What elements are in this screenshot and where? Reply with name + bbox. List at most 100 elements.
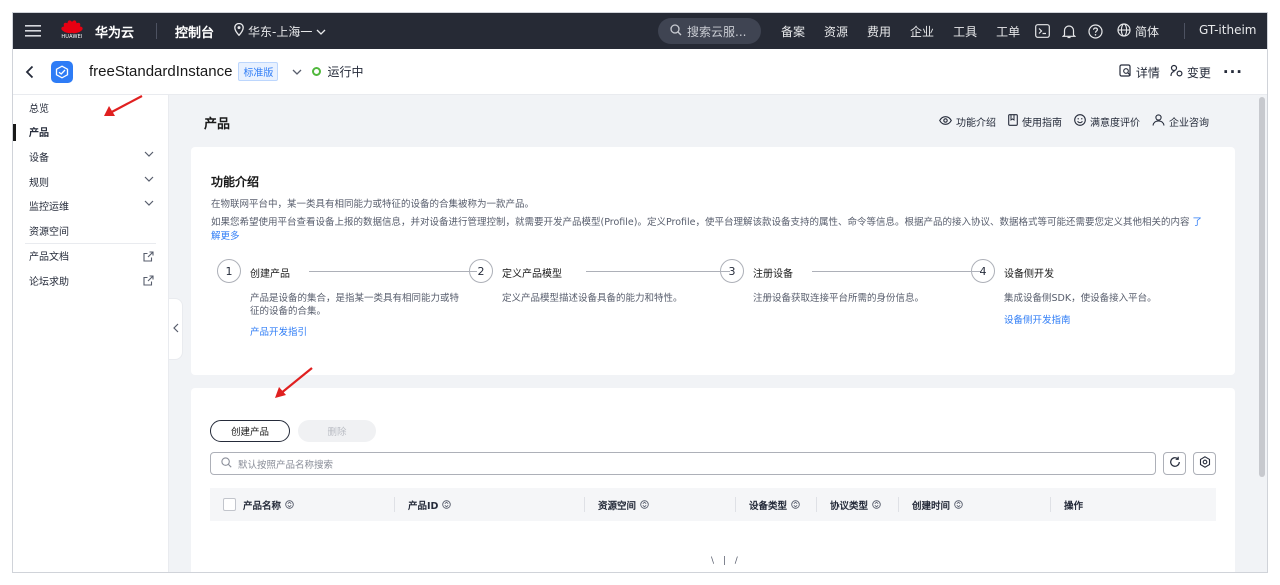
scrollbar-thumb[interactable]	[1259, 97, 1265, 477]
top-nav-links: 备案 资源 费用 企业 工具 工单	[781, 13, 1039, 49]
details-button[interactable]: 详情	[1119, 64, 1160, 81]
product-search-input[interactable]: 默认按照产品名称搜索	[210, 452, 1156, 475]
chevron-down-icon	[144, 200, 154, 207]
annotation-arrow-icon	[104, 95, 143, 116]
page-scrollbar[interactable]	[1258, 95, 1266, 477]
settings-icon	[1199, 456, 1211, 471]
column-header-device-type[interactable]: 设备类型	[749, 488, 800, 521]
link-label: 使用指南	[1022, 118, 1062, 129]
sidebar-item-products[interactable]: 产品	[13, 120, 168, 145]
nav-billing[interactable]: 费用	[867, 23, 891, 40]
nav-tickets[interactable]: 工单	[996, 23, 1020, 40]
user-guide-link[interactable]: 使用指南	[1008, 114, 1062, 129]
column-header-product-name[interactable]: 产品名称	[243, 488, 294, 521]
product-dev-guide-link[interactable]: 产品开发指引	[250, 324, 307, 338]
header-actions: 详情 变更 ···	[1109, 63, 1243, 81]
annotation-arrow-icon	[275, 367, 313, 398]
edition-badge: 标准版	[238, 62, 279, 81]
feature-intro-link[interactable]: 功能介绍	[939, 114, 996, 129]
huawei-wordmark: HUAWEI	[61, 34, 83, 40]
more-options-icon[interactable]: ···	[1223, 63, 1243, 81]
status-dot-icon	[312, 67, 322, 76]
link-label: 满意度评价	[1090, 118, 1140, 129]
region-selector[interactable]: 华东-上海一	[234, 22, 326, 40]
change-button[interactable]: 变更	[1170, 64, 1211, 81]
nav-resources[interactable]: 资源	[824, 23, 848, 40]
eye-icon	[939, 115, 952, 128]
sidebar-item-label: 监控运维	[29, 202, 69, 214]
region-label: 华东-上海一	[248, 24, 313, 39]
console-link[interactable]: 控制台	[175, 22, 214, 41]
global-search-input[interactable]: 搜索云服...	[658, 18, 761, 44]
top-navigation-bar: HUAWEI 华为云 控制台 华东-上海一 搜索云服... 备案 资源 费用 企…	[13, 13, 1267, 49]
product-list-card: 创建产品 删除 默认按照产品名称搜索 产品名称 产品ID 资源空间 设备类型 协…	[191, 388, 1235, 572]
chevron-down-icon[interactable]	[292, 69, 302, 75]
sidebar-item-product-docs[interactable]: 产品文档	[13, 244, 168, 269]
create-product-button[interactable]: 创建产品	[210, 420, 290, 442]
refresh-button[interactable]	[1163, 452, 1186, 475]
external-link-icon	[143, 251, 154, 262]
terminal-icon[interactable]	[1035, 24, 1050, 38]
chevron-down-icon	[144, 151, 154, 158]
nav-beian[interactable]: 备案	[781, 23, 805, 40]
sidebar-item-devices[interactable]: 设备	[13, 144, 168, 169]
browser-frame: HUAWEI 华为云 控制台 华东-上海一 搜索云服... 备案 资源 费用 企…	[12, 12, 1268, 573]
step-title: 创建产品	[250, 269, 290, 280]
bell-icon[interactable]	[1062, 24, 1076, 39]
step-title: 注册设备	[753, 269, 793, 280]
settings-button[interactable]	[1193, 452, 1216, 475]
column-label: 资源空间	[598, 500, 637, 512]
column-header-resource-space[interactable]: 资源空间	[598, 488, 649, 521]
sidebar-item-rules[interactable]: 规则	[13, 169, 168, 194]
step-description: 定义产品模型描述设备具备的能力和特性。	[502, 293, 683, 304]
column-label: 产品ID	[408, 500, 439, 512]
device-dev-guide-link[interactable]: 设备侧开发指南	[1004, 312, 1071, 326]
delete-button[interactable]: 删除	[298, 420, 376, 442]
step-description: 注册设备获取连接平台所需的身份信息。	[753, 293, 925, 304]
divider	[1184, 23, 1185, 39]
brand-name: 华为云	[95, 25, 135, 41]
nav-enterprise[interactable]: 企业	[910, 23, 934, 40]
sidebar-item-resource-space[interactable]: 资源空间	[13, 218, 168, 243]
chevron-down-icon	[316, 24, 326, 38]
intro-title: 功能介绍	[211, 175, 260, 189]
enterprise-consult-link[interactable]: 企业咨询	[1152, 114, 1209, 129]
chevron-left-icon	[172, 323, 179, 336]
instance-name: freeStandardInstance	[89, 63, 233, 80]
sort-icon	[791, 500, 800, 509]
back-icon[interactable]	[25, 65, 35, 79]
location-icon	[234, 22, 244, 39]
language-selector[interactable]: 简体	[1117, 22, 1160, 40]
sort-icon	[954, 500, 963, 509]
column-header-product-id[interactable]: 产品ID	[408, 488, 452, 521]
step-title: 设备侧开发	[1004, 269, 1054, 280]
divider	[156, 23, 158, 39]
sidebar-collapse-button[interactable]	[169, 298, 183, 360]
huawei-logo[interactable]: HUAWEI 华为云	[59, 19, 134, 43]
sidebar-item-label: 设备	[29, 152, 49, 164]
search-placeholder: 搜索云服...	[687, 24, 747, 39]
select-all-checkbox[interactable]	[223, 498, 236, 511]
user-account[interactable]: GT-itheim	[1199, 23, 1256, 37]
menu-icon[interactable]	[13, 24, 53, 38]
language-label: 简体	[1135, 24, 1160, 39]
sidebar-item-forum[interactable]: 论坛求助	[13, 268, 168, 293]
search-placeholder: 默认按照产品名称搜索	[238, 459, 334, 471]
column-label: 产品名称	[243, 500, 282, 512]
huawei-flower-icon: HUAWEI	[59, 19, 85, 43]
sort-icon	[285, 500, 294, 509]
step-connector	[812, 271, 981, 272]
column-header-created-time[interactable]: 创建时间	[912, 488, 963, 521]
book-icon	[1008, 114, 1018, 129]
top-icon-group: 简体	[1035, 13, 1159, 49]
sidebar-item-label: 产品	[29, 128, 49, 140]
nav-tools[interactable]: 工具	[953, 23, 977, 40]
sidebar-item-monitoring[interactable]: 监控运维	[13, 193, 168, 218]
external-link-icon	[143, 275, 154, 286]
column-header-protocol-type[interactable]: 协议类型	[830, 488, 881, 521]
help-icon[interactable]	[1088, 23, 1103, 39]
intro-paragraph: 如果您希望使用平台查看设备上报的数据信息，并对设备进行管理控制，就需要开发产品模…	[211, 216, 1211, 244]
step-description: 产品是设备的集合，是指某一类具有相同能力或特征的设备的合集。	[250, 293, 460, 317]
satisfaction-link[interactable]: 满意度评价	[1074, 114, 1140, 129]
sidebar-item-label: 论坛求助	[29, 276, 69, 288]
